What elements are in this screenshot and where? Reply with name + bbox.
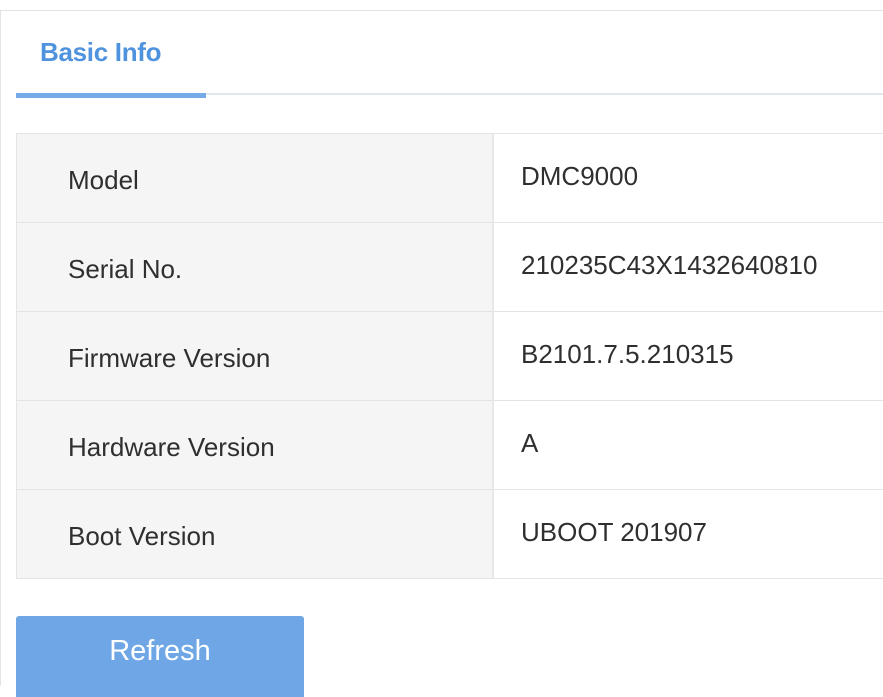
- label-cell: Serial No.: [16, 223, 494, 311]
- basic-info-panel: Basic Info Model DMC9000 Serial No. 2102…: [0, 10, 883, 697]
- label-cell: Boot Version: [16, 490, 494, 578]
- row-value: A: [521, 427, 539, 458]
- row-label: Firmware Version: [68, 342, 271, 373]
- tab-bar: Basic Info: [16, 11, 883, 98]
- label-cell: Model: [16, 134, 494, 222]
- table-row-model: Model DMC9000: [16, 134, 883, 223]
- value-cell: 210235C43X1432640810: [494, 223, 883, 311]
- row-value: DMC9000: [521, 160, 639, 191]
- value-cell: B2101.7.5.210315: [494, 312, 883, 400]
- table-row-firmware: Firmware Version B2101.7.5.210315: [16, 312, 883, 401]
- row-value: UBOOT 201907: [521, 516, 707, 547]
- tab-basic-info[interactable]: Basic Info: [16, 11, 206, 98]
- tab-label: Basic Info: [40, 37, 162, 67]
- table-row-hardware: Hardware Version A: [16, 401, 883, 490]
- device-info-table: Model DMC9000 Serial No. 210235C43X14326…: [16, 133, 883, 579]
- label-cell: Firmware Version: [16, 312, 494, 400]
- row-label: Boot Version: [68, 520, 216, 551]
- value-cell: UBOOT 201907: [494, 490, 883, 578]
- row-value: 210235C43X1432640810: [521, 249, 818, 280]
- row-label: Hardware Version: [68, 431, 275, 462]
- label-cell: Hardware Version: [16, 401, 494, 489]
- row-value: B2101.7.5.210315: [521, 338, 734, 369]
- row-label: Model: [68, 164, 139, 195]
- value-cell: DMC9000: [494, 134, 883, 222]
- value-cell: A: [494, 401, 883, 489]
- table-row-serial: Serial No. 210235C43X1432640810: [16, 223, 883, 312]
- refresh-button[interactable]: Refresh: [16, 616, 304, 697]
- table-row-boot: Boot Version UBOOT 201907: [16, 490, 883, 579]
- row-label: Serial No.: [68, 253, 183, 284]
